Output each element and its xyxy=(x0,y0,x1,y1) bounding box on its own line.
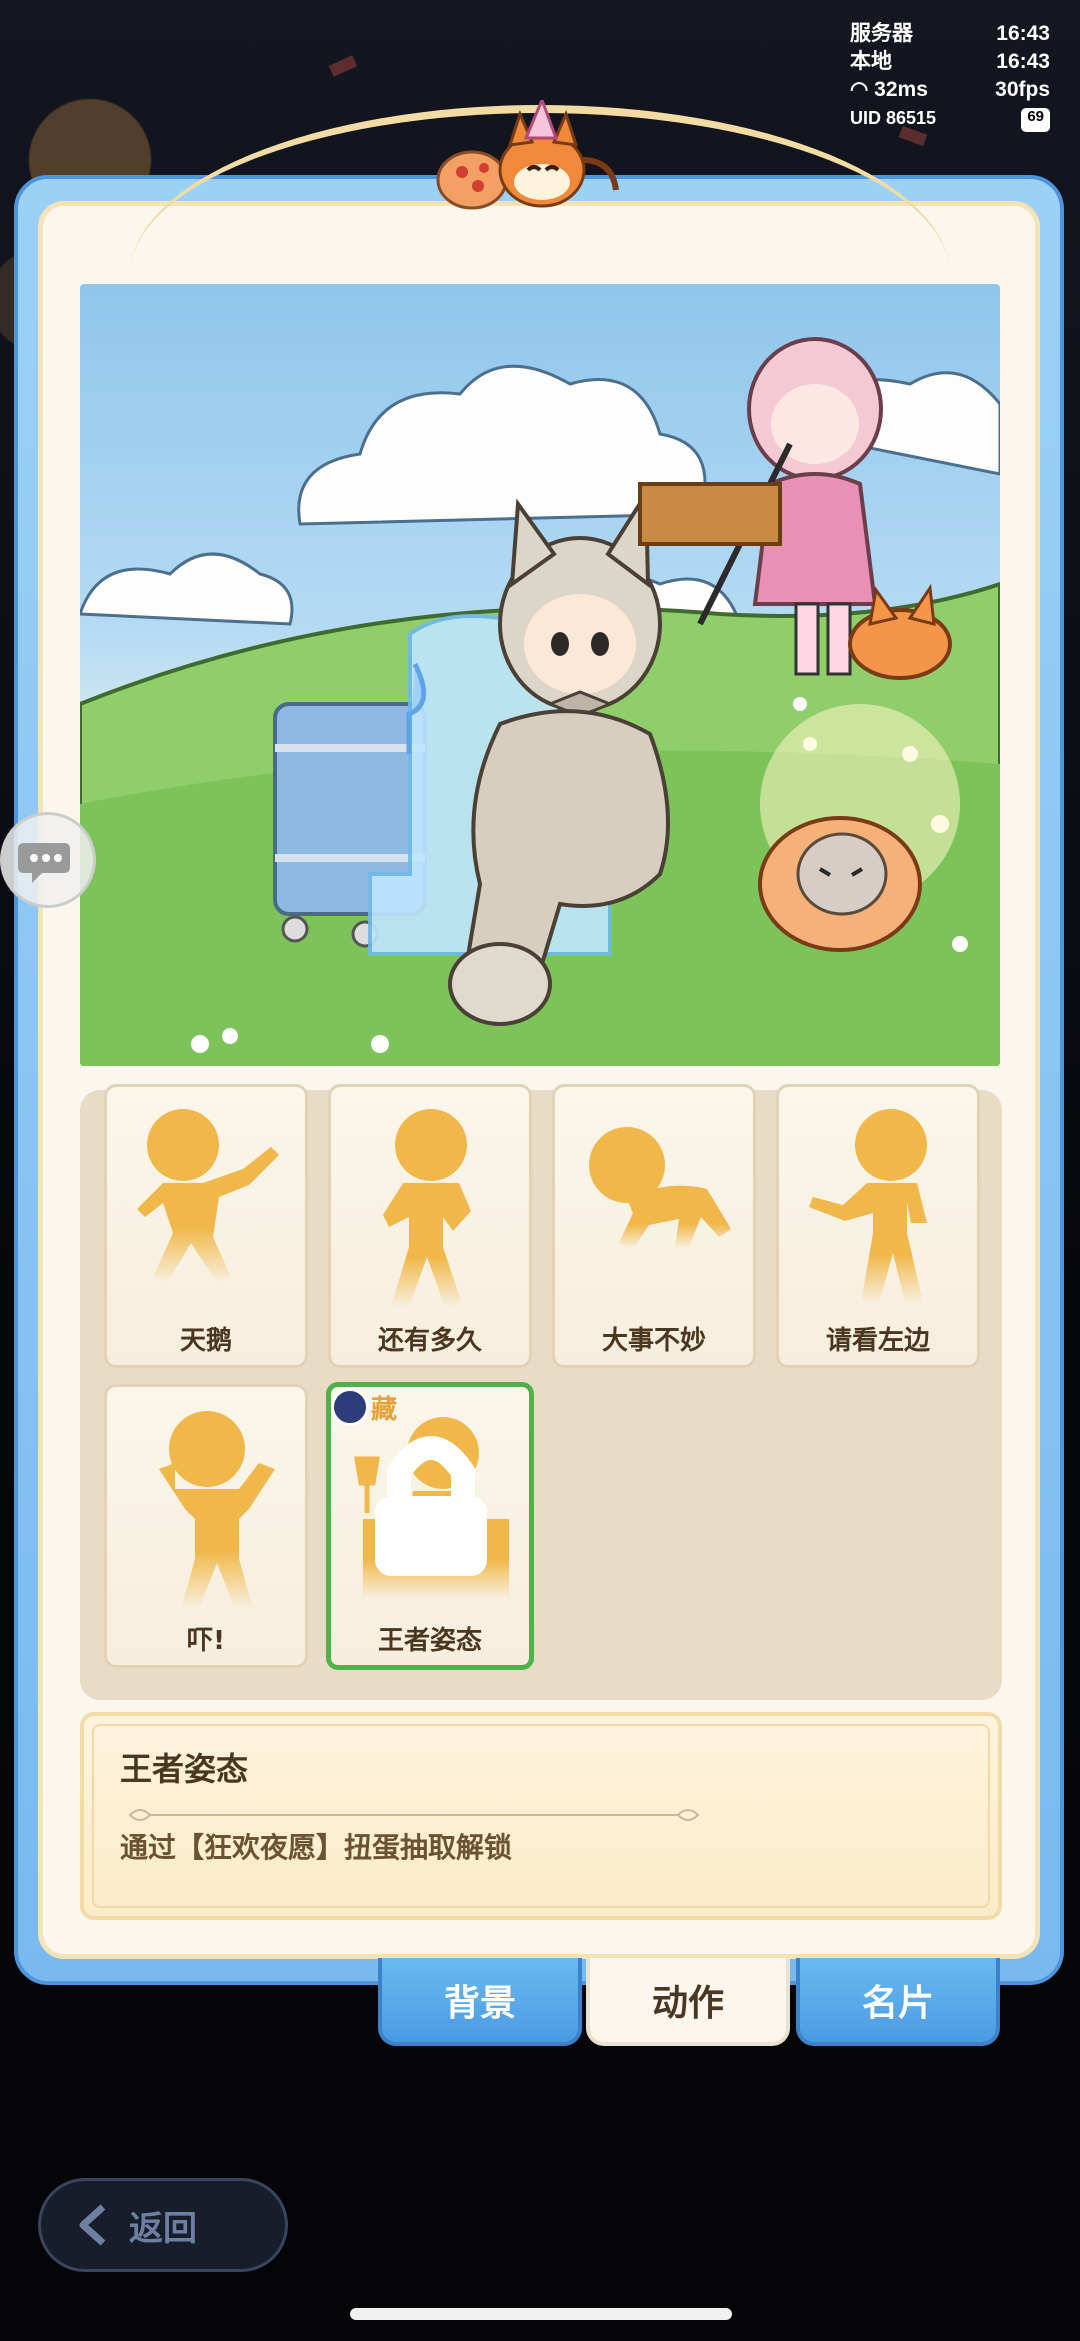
waiting-pose-icon xyxy=(383,1109,471,1307)
confetti xyxy=(328,55,358,77)
debug-status-overlay: 服务器 16:43 本地 16:43 ◠ 32ms 30fps UID 8651… xyxy=(850,20,1050,132)
action-card-selected[interactable]: 藏 王者姿态 xyxy=(326,1382,534,1670)
tab-action[interactable]: 动作 xyxy=(586,1958,790,2046)
server-label: 服务器 xyxy=(850,22,913,45)
action-label: 王者姿态 xyxy=(377,1626,482,1656)
chat-icon xyxy=(18,843,70,883)
look-left-pose-icon xyxy=(809,1109,927,1303)
action-card[interactable]: 请看左边 xyxy=(776,1084,980,1368)
swan-pose-icon xyxy=(137,1109,279,1283)
crawling-pose-icon xyxy=(589,1127,731,1249)
uid-readout: UID 86515 xyxy=(850,108,937,128)
back-arrow-icon xyxy=(79,2204,106,2246)
ping-readout: ◠ 32ms xyxy=(850,78,928,101)
server-time: 16:43 xyxy=(996,22,1050,45)
collection-tag: 藏 xyxy=(331,1387,487,1576)
tab-background[interactable]: 背景 xyxy=(378,1958,582,2046)
scared-pose-icon xyxy=(159,1411,275,1609)
action-label: 请看左边 xyxy=(825,1326,930,1356)
wifi-icon: ◠ xyxy=(850,78,875,101)
chat-bubble-button[interactable] xyxy=(0,812,96,908)
action-card[interactable]: 吓! xyxy=(104,1384,308,1668)
action-label: 大事不妙 xyxy=(601,1326,706,1356)
action-label: 还有多久 xyxy=(377,1326,482,1356)
fps-readout: 30fps xyxy=(995,78,1050,101)
action-description-box: 王者姿态 通过【狂欢夜愿】扭蛋抽取解锁 xyxy=(80,1712,1002,1920)
home-indicator[interactable] xyxy=(350,2308,732,2320)
back-label: 返回 xyxy=(129,2208,197,2249)
character-preview-scene xyxy=(80,284,1000,1066)
action-card[interactable]: 还有多久 xyxy=(328,1084,532,1368)
ornament-divider-icon xyxy=(128,1809,700,1821)
local-time: 16:43 xyxy=(996,50,1050,73)
action-label: 吓! xyxy=(187,1626,225,1656)
cat-mascot-icon xyxy=(436,100,619,210)
description-text: 通过【狂欢夜愿】扭蛋抽取解锁 xyxy=(120,1831,513,1864)
action-card[interactable]: 天鹅 xyxy=(104,1084,308,1368)
local-label: 本地 xyxy=(850,50,892,73)
lock-icon xyxy=(331,1388,487,1576)
action-label: 天鹅 xyxy=(179,1326,232,1356)
back-button[interactable]: 返回 xyxy=(38,2178,288,2272)
battery-icon: 69 xyxy=(1021,108,1050,132)
tab-card[interactable]: 名片 xyxy=(796,1958,1000,2046)
action-card[interactable]: 大事不妙 xyxy=(552,1084,756,1368)
description-title: 王者姿态 xyxy=(120,1750,249,1788)
